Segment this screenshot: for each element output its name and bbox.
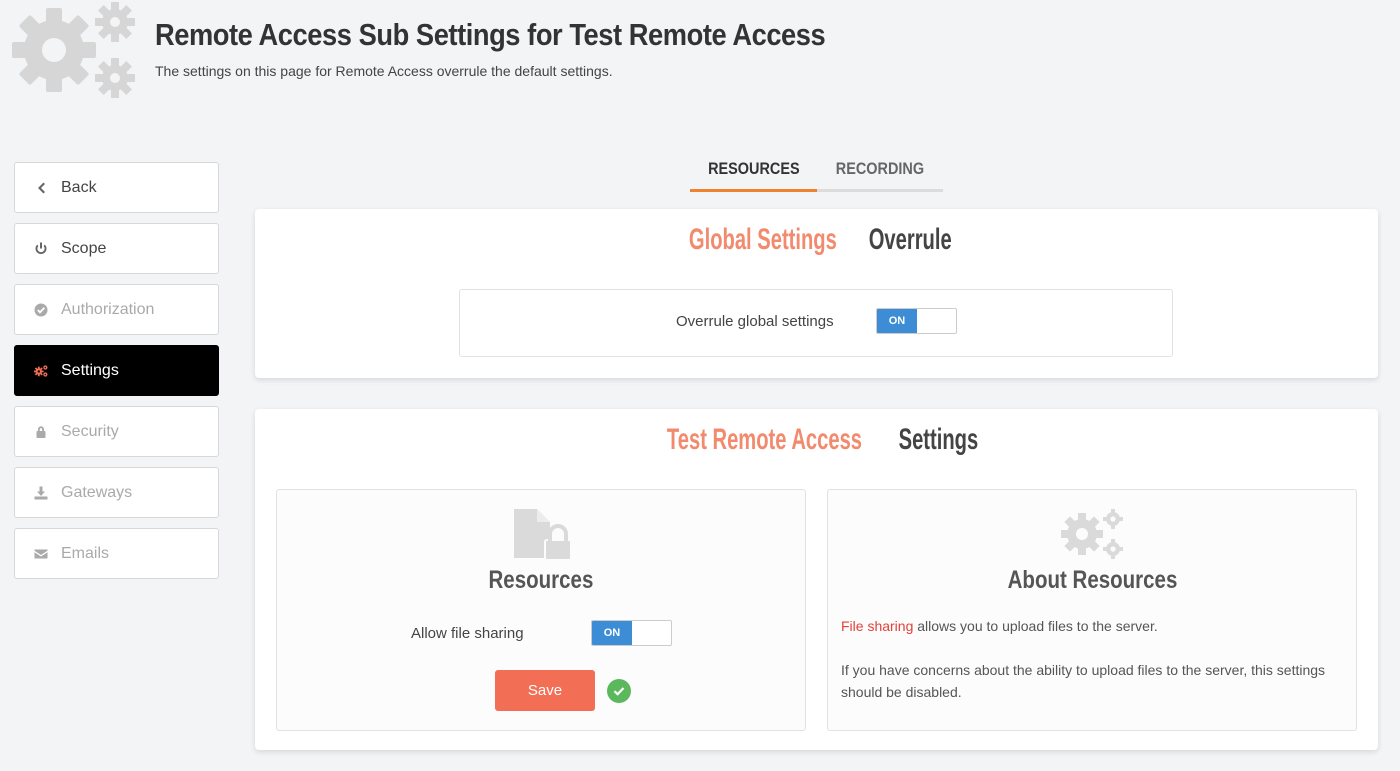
- sidebar-item-authorization[interactable]: Authorization: [14, 284, 219, 335]
- check-circle-icon: [34, 303, 48, 317]
- save-button[interactable]: Save: [495, 670, 595, 711]
- sidebar-item-label: Security: [61, 422, 119, 440]
- about-resources-text-2: If you have concerns about the ability t…: [841, 662, 1326, 700]
- sidebar-item-security[interactable]: Security: [14, 406, 219, 457]
- remote-access-settings-panel: Test Remote Access Settings Resources Al…: [255, 409, 1378, 750]
- settings-gears-icon: [12, 2, 135, 98]
- remote-access-settings-title: Test Remote Access Settings: [667, 423, 979, 456]
- sidebar-item-label: Settings: [61, 361, 119, 379]
- global-settings-title: Global Settings Overrule: [688, 223, 952, 256]
- sidebar-item-emails[interactable]: Emails: [14, 528, 219, 579]
- allow-file-sharing-toggle[interactable]: ON: [591, 620, 672, 646]
- about-resources-card: About Resources File sharing allows you …: [827, 489, 1357, 731]
- overrule-box: Overrule global settings ON: [459, 289, 1173, 357]
- sidebar-item-label: Back: [61, 178, 97, 196]
- sidebar-item-back[interactable]: Back: [14, 162, 219, 213]
- gears-icon: [1061, 509, 1123, 559]
- sidebar-item-label: Gateways: [61, 483, 133, 501]
- resources-card-title: Resources: [488, 566, 594, 594]
- envelope-icon: [34, 547, 48, 561]
- tab-recording[interactable]: RECORDING: [817, 148, 943, 192]
- page-title: Remote Access Sub Settings for Test Remo…: [155, 17, 826, 52]
- power-icon: [34, 242, 48, 256]
- about-resources-title: About Resources: [1007, 566, 1177, 594]
- tab-resources[interactable]: RESOURCES: [690, 148, 817, 192]
- page-subtitle: The settings on this page for Remote Acc…: [155, 63, 613, 79]
- allow-file-sharing-label: Allow file sharing: [411, 625, 524, 642]
- sidebar-item-settings[interactable]: Settings: [14, 345, 219, 396]
- sidebar-item-gateways[interactable]: Gateways: [14, 467, 219, 518]
- overrule-toggle[interactable]: ON: [876, 308, 957, 334]
- sidebar-item-label: Scope: [61, 239, 107, 257]
- chevron-left-icon: [34, 181, 48, 195]
- overrule-label: Overrule global settings: [676, 313, 834, 330]
- global-settings-panel: Global Settings Overrule Overrule global…: [255, 209, 1378, 378]
- sidebar-item-label: Authorization: [61, 300, 155, 318]
- file-lock-icon: [514, 509, 571, 560]
- gears-icon: [34, 364, 48, 378]
- lock-icon: [34, 425, 48, 439]
- success-check-icon: [607, 679, 631, 703]
- sidebar-item-label: Emails: [61, 544, 110, 562]
- file-sharing-highlight: File sharing: [841, 618, 914, 634]
- resources-card: Resources Allow file sharing ON Save: [276, 489, 806, 731]
- download-icon: [34, 486, 48, 500]
- sidebar-item-scope[interactable]: Scope: [14, 223, 219, 274]
- about-resources-text-1: File sharing allows you to upload files …: [841, 618, 1158, 634]
